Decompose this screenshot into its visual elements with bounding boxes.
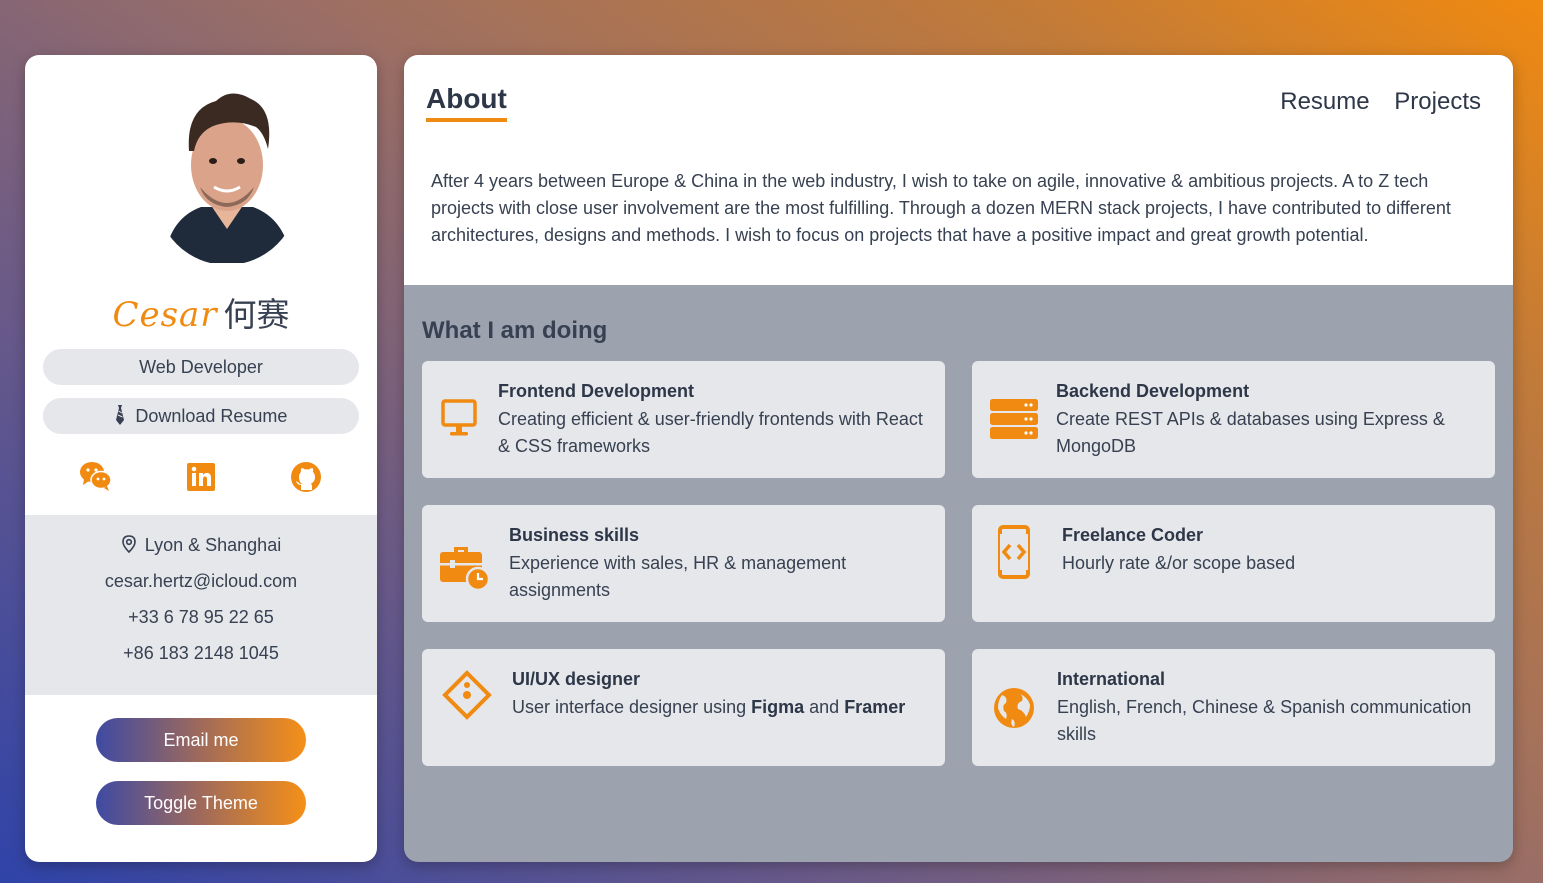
card-description: User interface designer using Figma and … (512, 697, 906, 717)
card-description: Creating efficient & user-friendly front… (498, 409, 923, 456)
tie-icon (115, 405, 130, 426)
globe-icon (994, 688, 1034, 728)
main-panel: About Resume Projects After 4 years betw… (404, 55, 1513, 862)
card-description: Create REST APIs & databases using Expre… (1056, 409, 1445, 456)
download-resume-button[interactable]: Download Resume (43, 398, 359, 434)
card-description: Experience with sales, HR & management a… (509, 553, 847, 600)
email-address[interactable]: cesar.hertz@icloud.com (25, 571, 377, 592)
about-text: After 4 years between Europe & China in … (431, 171, 1451, 245)
card-title: Business skills (509, 525, 640, 545)
service-card-international: International English, French, Chinese &… (972, 649, 1495, 766)
card-title: UI/UX designer (512, 669, 641, 689)
tab-projects[interactable]: Projects (1394, 88, 1481, 115)
phone-france[interactable]: +33 6 78 95 22 65 (25, 607, 377, 628)
location-label: Lyon & Shanghai (144, 535, 282, 555)
briefcase-clock-icon (440, 547, 491, 592)
section-title-doing: What I am doing (422, 317, 608, 344)
card-description: Hourly rate &/or scope based (1062, 553, 1296, 573)
server-icon (990, 399, 1038, 439)
top-nav: Resume Projects (1262, 88, 1481, 116)
card-title: International (1057, 669, 1166, 689)
name-latin: Cesar (112, 295, 218, 335)
contact-panel: Lyon & Shanghai cesar.hertz@icloud.com +… (25, 515, 377, 695)
tab-about[interactable]: About (426, 83, 507, 122)
service-card-business: Business skills Experience with sales, H… (422, 505, 945, 622)
download-resume-label: Download Resume (135, 406, 288, 426)
service-card-freelance: Freelance Coder Hourly rate &/or scope b… (972, 505, 1495, 622)
role-label: Web Developer (139, 357, 263, 377)
framer-label: Framer (844, 697, 906, 717)
profile-name: Cesar 何赛 (25, 288, 377, 336)
location: Lyon & Shanghai (25, 535, 377, 556)
design-diamond-icon (442, 670, 492, 720)
location-pin-icon (121, 535, 136, 554)
card-description: English, French, Chinese & Spanish commu… (1057, 697, 1472, 744)
role-badge: Web Developer (43, 349, 359, 385)
monitor-icon (441, 399, 477, 436)
card-title: Backend Development (1056, 381, 1250, 401)
tab-resume[interactable]: Resume (1280, 88, 1369, 115)
name-chinese: 何赛 (223, 295, 290, 334)
email-me-button[interactable]: Email me (96, 718, 306, 762)
mobile-code-icon (998, 525, 1030, 579)
profile-avatar (156, 79, 298, 263)
linkedin-icon[interactable] (183, 459, 219, 495)
service-card-backend: Backend Development Create REST APIs & d… (972, 361, 1495, 478)
about-section: About Resume Projects After 4 years betw… (404, 55, 1513, 285)
service-card-frontend: Frontend Development Creating efficient … (422, 361, 945, 478)
figma-label: Figma (751, 697, 805, 717)
profile-sidebar: Cesar 何赛 Web Developer Download Resume L… (25, 55, 377, 862)
github-icon[interactable] (288, 459, 324, 495)
card-title: Freelance Coder (1062, 525, 1204, 545)
phone-china[interactable]: +86 183 2148 1045 (25, 643, 377, 664)
card-title: Frontend Development (498, 381, 695, 401)
toggle-theme-button[interactable]: Toggle Theme (96, 781, 306, 825)
social-links (25, 459, 377, 495)
service-card-uiux: UI/UX designer User interface designer u… (422, 649, 945, 766)
wechat-icon[interactable] (78, 459, 114, 495)
